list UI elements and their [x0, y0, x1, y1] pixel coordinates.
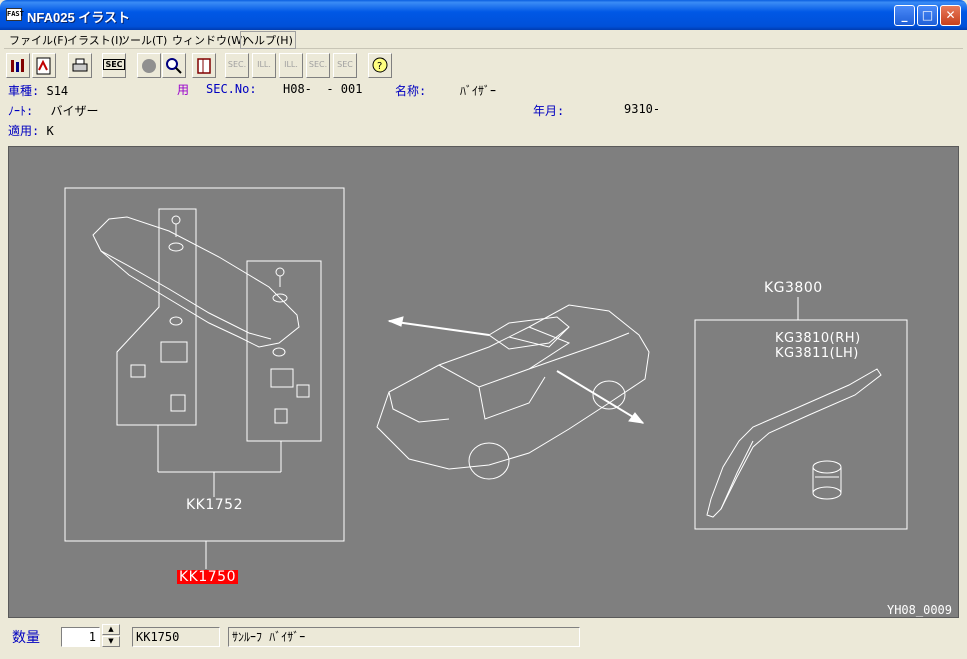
- illustration-icon: [11, 59, 24, 72]
- ill-prev-button[interactable]: ILL.: [252, 53, 276, 78]
- date-label: 年月:: [533, 104, 565, 118]
- menu-file[interactable]: ファイル(F): [9, 32, 68, 48]
- illustration-drawing: [64, 187, 908, 569]
- menu-help[interactable]: ヘルプ(H): [240, 31, 296, 49]
- bottom-bar: 数量 1 ▲ ▼ KK1750 ｻﾝﾙｰﾌ ﾊﾞｲｻﾞｰ: [4, 620, 963, 655]
- name-value: ﾊﾞｲｻﾞｰ: [460, 84, 497, 98]
- menu-illust[interactable]: イラスト(I): [67, 32, 123, 48]
- circle-icon: [142, 59, 156, 73]
- pdf-button[interactable]: [32, 53, 56, 78]
- quantity-up-button[interactable]: ▲: [102, 624, 120, 635]
- circle-button[interactable]: [137, 53, 161, 78]
- car-body: [376, 304, 650, 470]
- close-button[interactable]: ✕: [940, 5, 961, 26]
- sec-no-label: SEC.No:: [206, 82, 257, 96]
- note-row: ﾉｰﾄ: バイザー: [8, 102, 98, 119]
- part-name-field: ｻﾝﾙｰﾌ ﾊﾞｲｻﾞｰ: [228, 627, 580, 647]
- toolbar: SEC SEC. ILL. ILL. SEC. SEC ?: [4, 51, 963, 81]
- app-icon: FAST: [6, 8, 24, 21]
- model-row: 車種: S14: [8, 82, 68, 99]
- ill-next-button[interactable]: ILL.: [279, 53, 303, 78]
- menu-window[interactable]: ウィンドウ(W): [172, 32, 246, 48]
- quantity-label: 数量: [12, 630, 40, 646]
- apply-row: 適用: K: [8, 122, 54, 139]
- label-kg3811[interactable]: KG3811(LH): [775, 346, 859, 361]
- menu-tools[interactable]: ツール(T): [119, 32, 167, 48]
- apply-value: K: [46, 124, 54, 138]
- note-label: ﾉｰﾄ:: [8, 104, 34, 118]
- title-bar: FAST NFA025 イラスト _ □ ✕: [0, 0, 967, 30]
- ill-next-icon: ILL.: [284, 60, 298, 69]
- pdf-icon: [36, 57, 51, 75]
- apply-label: 適用:: [8, 124, 40, 138]
- sec-prev-button[interactable]: SEC.: [225, 53, 249, 78]
- label-kg3800[interactable]: KG3800: [764, 280, 823, 296]
- use-label: 用: [177, 83, 190, 97]
- book-icon: [197, 58, 211, 74]
- name-label: 名称:: [395, 84, 427, 98]
- quantity-down-button[interactable]: ▼: [102, 636, 120, 647]
- book-button[interactable]: [192, 53, 216, 78]
- sec-icon: SEC: [103, 59, 125, 70]
- print-button[interactable]: [68, 53, 92, 78]
- label-kk1752[interactable]: KK1752: [186, 497, 243, 513]
- sec-search-button[interactable]: SEC: [333, 53, 357, 78]
- note-value: バイザー: [50, 104, 99, 118]
- sec-search-icon: SEC: [337, 60, 353, 69]
- model-label: 車種:: [8, 84, 40, 98]
- part-code-field: KK1750: [132, 627, 220, 647]
- sec-next-button[interactable]: SEC.: [306, 53, 330, 78]
- illustration-button[interactable]: [6, 53, 30, 78]
- figure-id: YH08_0009: [886, 603, 952, 617]
- label-kk1750[interactable]: KK1750: [177, 570, 238, 584]
- label-kg3810[interactable]: KG3810(RH): [775, 331, 861, 346]
- bracket-left: [116, 208, 197, 426]
- print-icon: [72, 58, 88, 72]
- date-value: 9310-: [624, 102, 661, 116]
- minimize-button[interactable]: _: [894, 5, 915, 26]
- quantity-field[interactable]: 1: [61, 627, 100, 647]
- sec-prev-icon: SEC.: [227, 60, 247, 69]
- help-icon: ?: [372, 57, 388, 73]
- illustration-canvas[interactable]: KK1752 KK1750 KG3800 KG3810(RH) KG3811(L…: [8, 146, 959, 618]
- window-title: NFA025 イラスト: [27, 10, 131, 25]
- kk1752-frame: [64, 187, 345, 542]
- magnify-button[interactable]: [162, 53, 186, 78]
- maximize-button[interactable]: □: [917, 5, 938, 26]
- svg-text:?: ?: [377, 61, 382, 72]
- menu-bar: ファイル(F) イラスト(I) ツール(T) ウィンドウ(W) ヘルプ(H): [4, 30, 963, 49]
- sec-no-value: H08- - 001: [283, 82, 363, 96]
- bracket-right: [246, 260, 322, 442]
- side-visor: [706, 368, 882, 518]
- help-button[interactable]: ?: [368, 53, 392, 78]
- model-value: S14: [46, 84, 69, 98]
- sec-button[interactable]: SEC: [102, 53, 126, 78]
- magnify-icon: [166, 58, 182, 74]
- sec-next-icon: SEC.: [308, 60, 328, 69]
- ill-prev-icon: ILL.: [257, 60, 271, 69]
